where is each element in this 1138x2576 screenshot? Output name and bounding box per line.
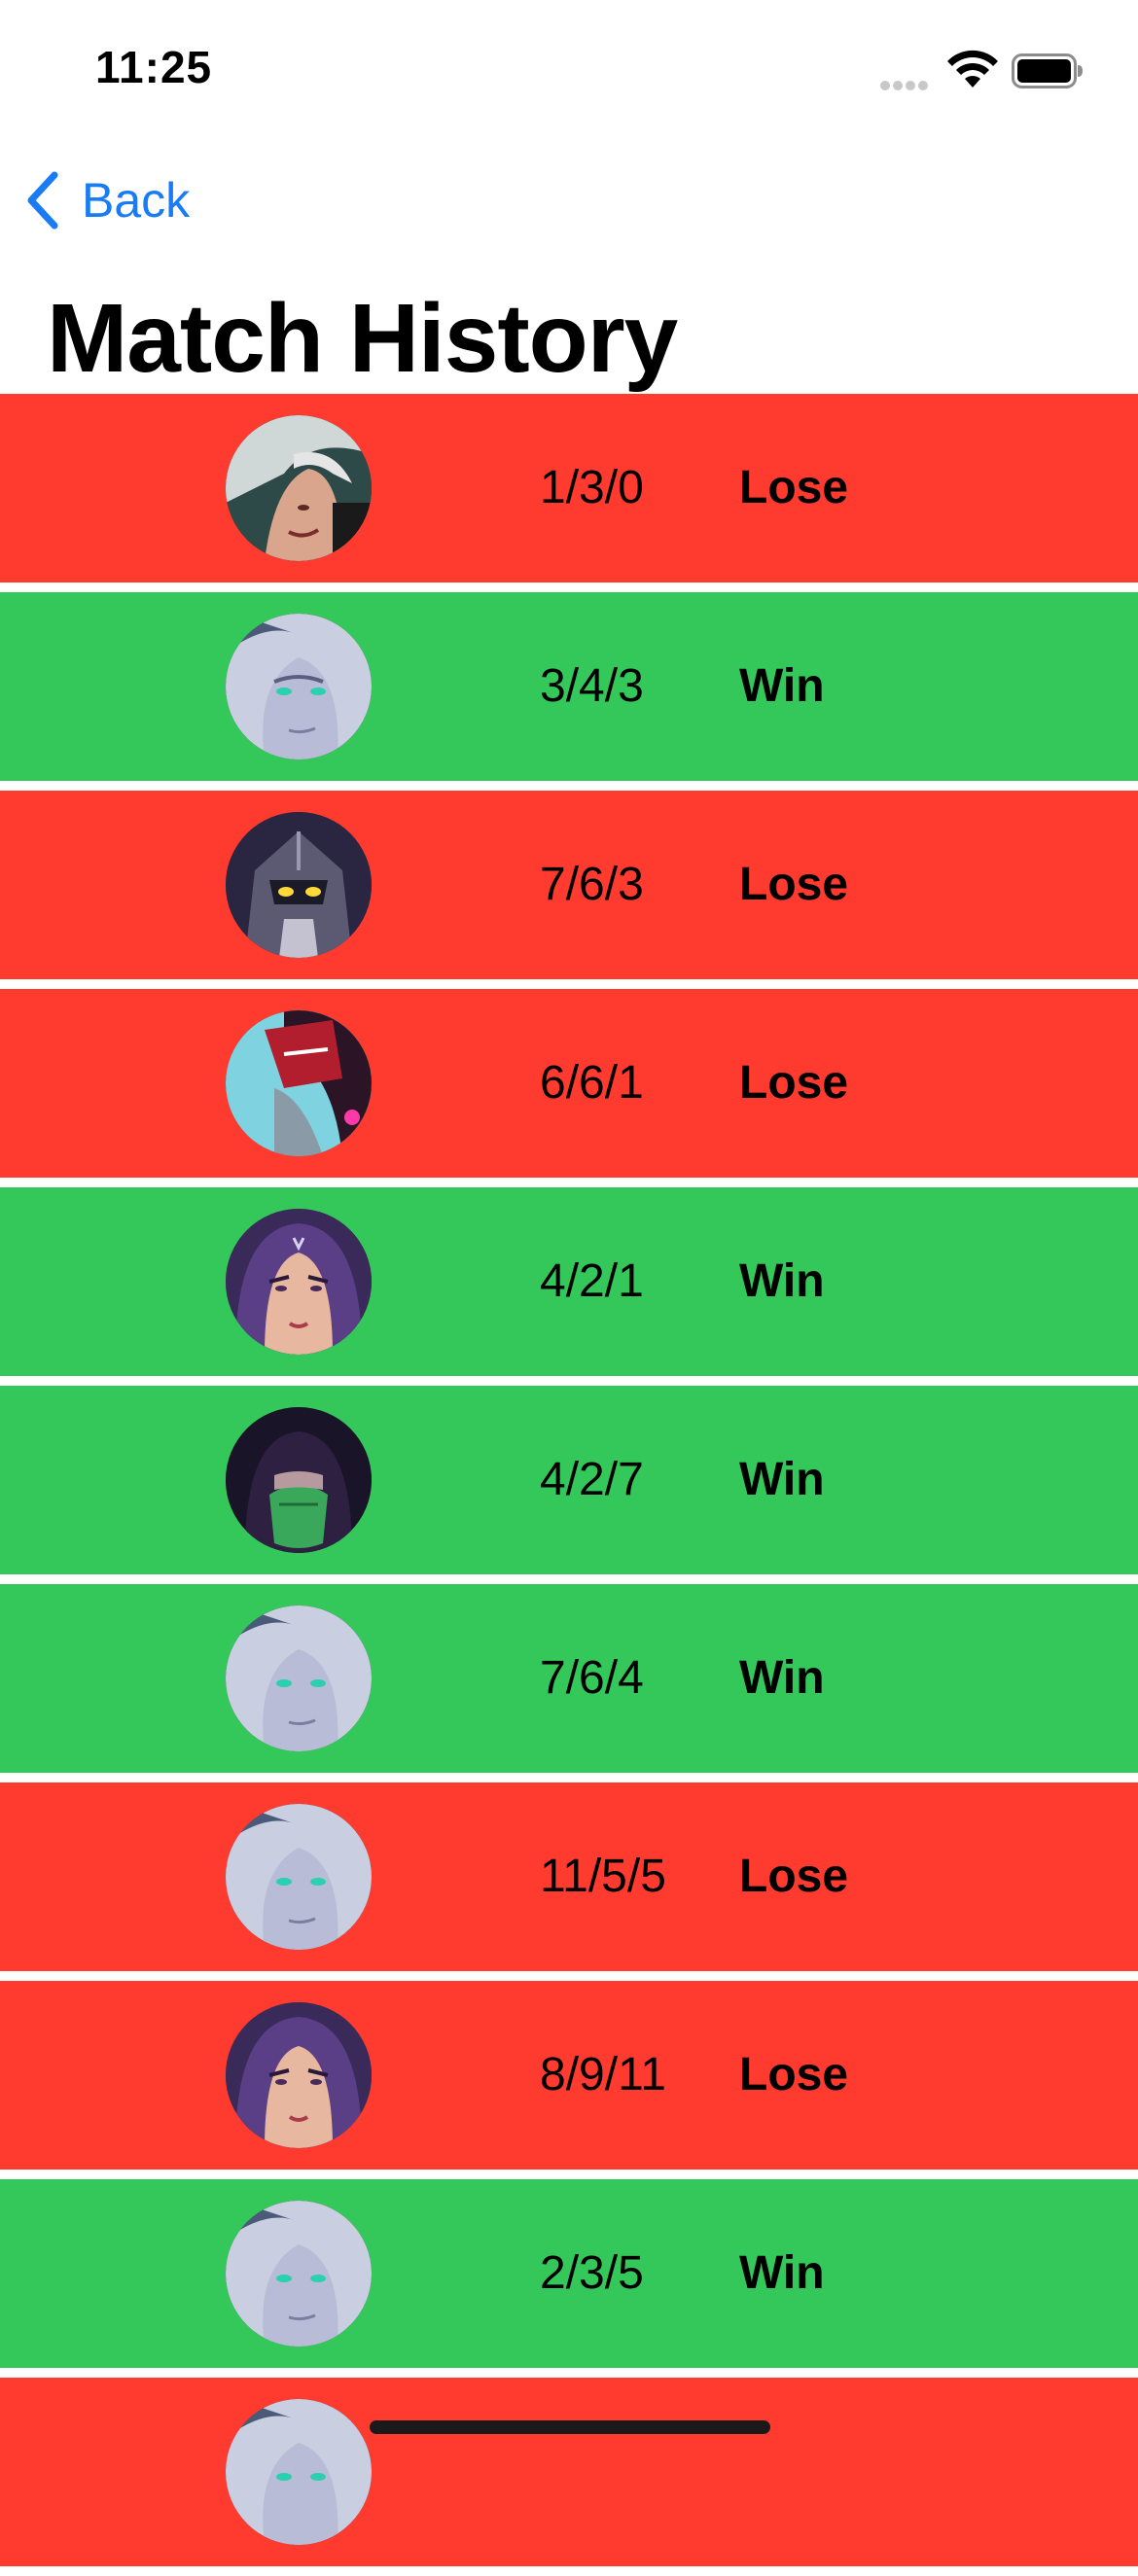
match-row[interactable]: 8/9/11 Lose: [0, 1981, 1138, 2170]
match-result: Win: [739, 660, 825, 712]
match-result: Lose: [739, 1851, 849, 1902]
match-result: Win: [739, 1652, 825, 1704]
match-row[interactable]: 4/2/7 Win: [0, 1386, 1138, 1574]
champion-portrait-purple-hooded-woman-icon: [226, 2002, 372, 2148]
match-kda: 4/2/7: [540, 1454, 644, 1505]
match-row[interactable]: 11/5/5 Lose: [0, 1782, 1138, 1971]
match-kda: 2/3/5: [540, 2247, 644, 2299]
home-indicator[interactable]: [370, 2420, 770, 2434]
match-result: Win: [739, 1255, 825, 1307]
match-row[interactable]: 7/6/4 Win: [0, 1584, 1138, 1773]
match-row[interactable]: 1/3/0 Lose: [0, 394, 1138, 582]
match-result: Lose: [739, 1057, 849, 1109]
match-row[interactable]: 2/3/5 Win: [0, 2179, 1138, 2368]
match-row[interactable]: 6/6/1 Lose: [0, 989, 1138, 1178]
champion-portrait-armored-knight-icon: [226, 812, 372, 958]
match-list[interactable]: 1/3/0 Lose 3/4/3 Win 7/6/3 Lose 6/6/1 Lo…: [0, 394, 1138, 2576]
champion-portrait-green-masked-assassin-icon: [226, 1407, 372, 1553]
champion-portrait-white-haired-icon: [226, 2399, 372, 2545]
champion-portrait-white-haired-icon: [226, 2201, 372, 2347]
status-bar: 11:25: [0, 0, 1138, 146]
status-time: 11:25: [95, 42, 213, 92]
champion-portrait-purple-hooded-woman-icon: [226, 1209, 372, 1355]
match-kda: 7/6/4: [540, 1652, 644, 1704]
wifi-icon: [947, 50, 998, 88]
match-kda: 6/6/1: [540, 1057, 644, 1109]
match-kda: 8/9/11: [540, 2049, 666, 2100]
match-row[interactable]: [0, 2378, 1138, 2566]
match-kda: 1/3/0: [540, 462, 644, 513]
match-kda: 7/6/3: [540, 859, 644, 910]
match-row[interactable]: 7/6/3 Lose: [0, 791, 1138, 979]
champion-portrait-white-haired-icon: [226, 1606, 372, 1751]
cellular-signal-icon: [880, 78, 933, 90]
champion-portrait-white-haired-icon: [226, 1804, 372, 1950]
back-button[interactable]: Back: [23, 165, 190, 235]
battery-icon: [1012, 53, 1083, 88]
champion-portrait-white-haired-icon: [226, 614, 372, 759]
match-row[interactable]: 3/4/3 Win: [0, 592, 1138, 781]
match-kda: 3/4/3: [540, 660, 644, 712]
match-result: Win: [739, 1454, 825, 1505]
match-row[interactable]: 4/2/1 Win: [0, 1187, 1138, 1376]
champion-portrait-red-masked-icon: [226, 1010, 372, 1156]
match-result: Lose: [739, 859, 849, 910]
match-result: Lose: [739, 2049, 849, 2100]
match-kda: 11/5/5: [540, 1851, 666, 1902]
back-button-label: Back: [82, 173, 191, 228]
match-kda: 4/2/1: [540, 1255, 644, 1307]
chevron-left-icon: [27, 171, 58, 229]
match-result: Win: [739, 2247, 825, 2299]
page-title: Match History: [47, 284, 678, 393]
champion-portrait-red-haired-warrior-icon: [226, 415, 372, 561]
match-result: Lose: [739, 462, 849, 513]
